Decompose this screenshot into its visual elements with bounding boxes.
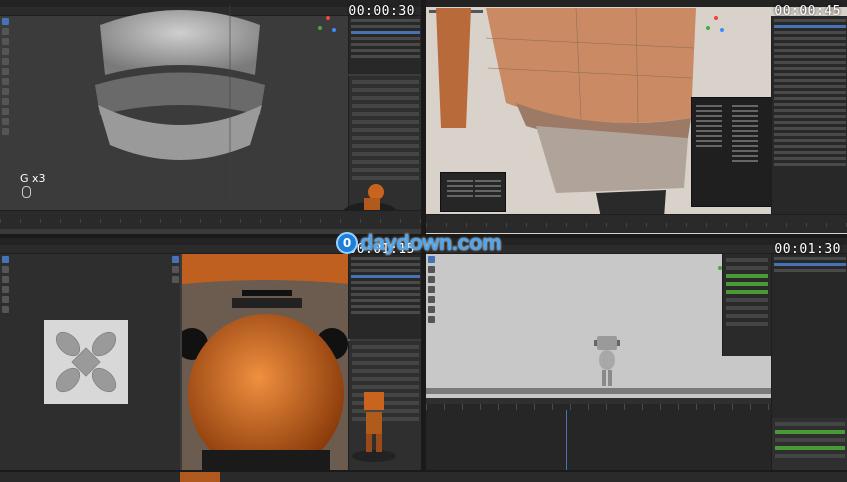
extrude-tool-icon[interactable] — [2, 98, 9, 105]
orange-robot-model — [182, 254, 350, 470]
scale-tool-icon[interactable] — [428, 296, 435, 303]
rotate-tool-icon[interactable] — [2, 48, 9, 55]
nav-gizmo[interactable] — [318, 16, 338, 36]
dope-sheet-editor[interactable] — [426, 398, 771, 470]
fcurve-properties-panel[interactable] — [771, 418, 847, 470]
sidebar-transform-panel[interactable] — [722, 254, 771, 356]
inset-tool-icon[interactable] — [2, 108, 9, 115]
gray-robot-model — [594, 336, 620, 386]
pane-sculpt-viewport: G x3 00:00:30 — [0, 0, 421, 234]
helmet-model — [95, 5, 265, 205]
robot-preview-thumbnail — [352, 392, 396, 462]
soften-brush-icon[interactable] — [172, 266, 179, 273]
cursor-tool-icon[interactable] — [2, 28, 9, 35]
fill-tool-icon[interactable] — [2, 296, 9, 303]
soften-tool-icon[interactable] — [2, 266, 9, 273]
watermark-text: daydown.com — [360, 230, 502, 255]
move-tool-icon[interactable] — [2, 38, 9, 45]
shortcut-hint: G x3 — [20, 172, 46, 185]
smear-brush-icon[interactable] — [172, 276, 179, 283]
pane-animation-viewport: 00:01:30 — [426, 238, 847, 470]
timestamp-pane1: 00:00:30 — [348, 4, 415, 19]
outliner-panel[interactable] — [771, 16, 847, 216]
smear-tool-icon[interactable] — [2, 276, 9, 283]
outliner-panel[interactable] — [348, 16, 421, 74]
uv-texture-map — [44, 320, 128, 404]
pane-texture-paint: 00:01:15 — [0, 238, 421, 470]
scale-tool-icon[interactable] — [2, 58, 9, 65]
loopcut-tool-icon[interactable] — [2, 128, 9, 135]
nav-gizmo[interactable] — [706, 16, 726, 36]
outliner-panel[interactable] — [348, 254, 421, 339]
move-tool-icon[interactable] — [428, 276, 435, 283]
draw-brush-icon[interactable] — [172, 256, 179, 263]
measure-tool-icon[interactable] — [2, 88, 9, 95]
watermark: 0 daydown.com — [336, 230, 502, 256]
clone-tool-icon[interactable] — [2, 286, 9, 293]
mouse-icon — [22, 186, 31, 198]
transform-tool-icon[interactable] — [428, 306, 435, 313]
video-thumbnail-grid: G x3 00:00:30 00:00:45 00:01:15 00:01:30… — [0, 0, 847, 482]
annotate-tool-icon[interactable] — [2, 78, 9, 85]
pane-edit-viewport: 00:00:45 — [426, 0, 847, 234]
rotate-tool-icon[interactable] — [428, 286, 435, 293]
paint-tool-shelf — [172, 256, 181, 406]
timestamp-pane4: 00:01:30 — [774, 242, 841, 257]
bevel-tool-icon[interactable] — [2, 118, 9, 125]
mask-tool-icon[interactable] — [2, 306, 9, 313]
cursor-tool-icon[interactable] — [428, 266, 435, 273]
watermark-logo-icon: 0 — [336, 232, 358, 254]
select-tool-icon[interactable] — [428, 256, 435, 263]
tool-shelf — [2, 256, 11, 406]
timeline-bar[interactable] — [0, 210, 421, 229]
tool-shelf — [428, 256, 437, 406]
next-row-preview-strip — [0, 472, 847, 482]
add-modifier-menu[interactable] — [691, 97, 773, 207]
outliner-panel[interactable] — [771, 254, 847, 418]
operator-redo-panel[interactable] — [440, 172, 506, 212]
select-tool-icon[interactable] — [2, 18, 9, 25]
tool-shelf — [2, 18, 11, 168]
annotate-tool-icon[interactable] — [428, 316, 435, 323]
transform-tool-icon[interactable] — [2, 68, 9, 75]
timestamp-pane2: 00:00:45 — [774, 4, 841, 19]
brush-tool-icon[interactable] — [2, 256, 9, 263]
